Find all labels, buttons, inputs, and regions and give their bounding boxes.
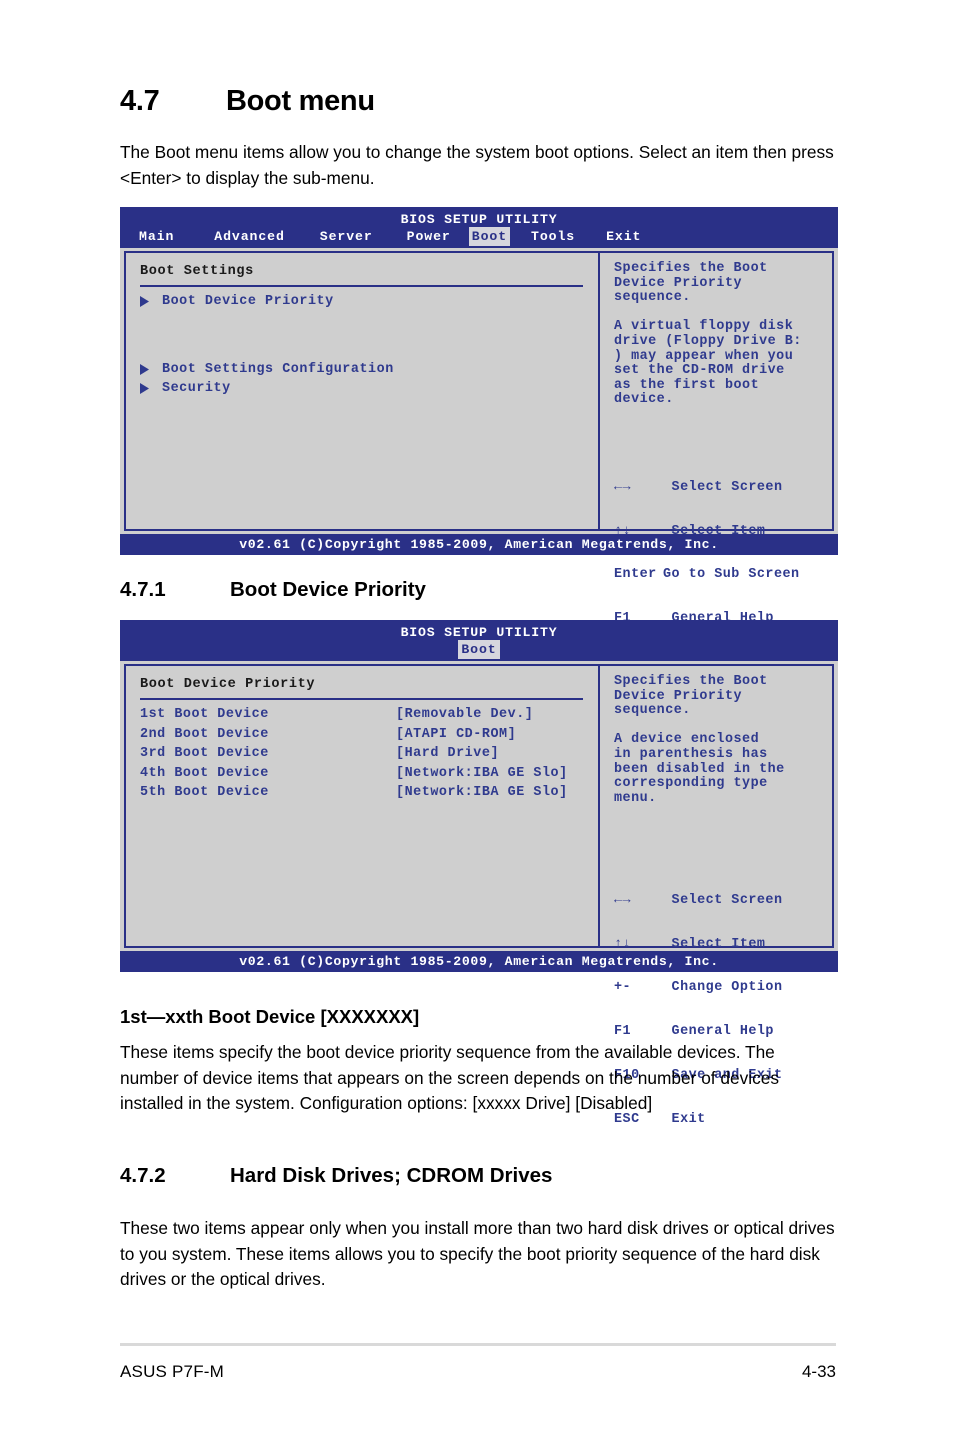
bios1-key-select-screen: ←→ Select Screen [614, 479, 832, 496]
bios-screenshot-boot-device-priority: BIOS SETUP UTILITY Boot Boot Device Prio… [120, 620, 838, 1126]
section-number-4-7-1: 4.7.1 [120, 578, 166, 601]
bios1-menu-item-boot-device-priority[interactable]: Boot Device Priority [140, 292, 598, 312]
bios2-device-row-1[interactable]: 1st Boot Device [Removable Dev.] [140, 705, 598, 725]
bios1-tab-server[interactable]: Server [317, 227, 376, 246]
item-body-boot-device: These items specify the boot device prio… [120, 1042, 780, 1113]
bios1-menu-item-security[interactable]: Security [140, 379, 598, 399]
footer-divider [120, 1343, 836, 1346]
bios2-device-value-3: [Network:IBA GE Slo] [396, 765, 568, 781]
section-4-7-2-body: These two items appear only when you ins… [120, 1218, 835, 1289]
bios1-tab-bar: Main Advanced Server Power Boot Tools Ex… [120, 227, 838, 248]
bios2-key-select-screen: ←→ Select Screen [614, 892, 832, 909]
bios1-menu-item-boot-settings-configuration[interactable]: Boot Settings Configuration [140, 360, 598, 380]
bios2-device-value-2: [Hard Drive] [396, 746, 500, 762]
bios2-device-name-3: 4th Boot Device [140, 765, 269, 781]
bios2-device-panel: Boot Device Priority 1st Boot Device [Re… [126, 666, 600, 946]
triangle-right-icon [140, 296, 149, 307]
section-title-4-7-2: Hard Disk Drives; CDROM Drives [230, 1164, 553, 1187]
section-title-4-7-1: Boot Device Priority [230, 578, 426, 601]
bios2-body: Boot Device Priority 1st Boot Device [Re… [124, 664, 834, 1126]
bios1-body: Boot Settings Boot Device Priority Boot … [124, 251, 834, 713]
bios1-help-paragraph-2: A virtual floppy disk drive (Floppy Driv… [614, 319, 802, 408]
bios2-panel-title: Boot Device Priority [140, 677, 316, 692]
bios2-utility-title: BIOS SETUP UTILITY [400, 625, 558, 640]
section-4-7-intro: The Boot menu items allow you to change … [120, 142, 834, 188]
bios1-header: BIOS SETUP UTILITY Main Advanced Server … [120, 207, 838, 248]
bios2-tab-bar: Boot [120, 640, 838, 661]
bios1-tab-boot[interactable]: Boot [468, 227, 511, 246]
bios1-tab-power[interactable]: Power [404, 227, 454, 246]
bios2-device-row-2[interactable]: 2nd Boot Device [ATAPI CD-ROM] [140, 725, 598, 745]
section-heading-4-7-2: 4.7.2 Hard Disk Drives; CDROM Drives [120, 1164, 552, 1188]
bios2-device-name-0: 1st Boot Device [140, 707, 269, 722]
bios1-key-name-0: ←→ [614, 479, 632, 495]
bios1-menu-spacer [140, 312, 598, 336]
bios2-key-name-0: ←→ [614, 892, 632, 908]
triangle-right-icon [140, 363, 149, 375]
bios2-help-panel: Specifies the Boot Device Priority seque… [600, 666, 832, 1126]
item-heading-boot-device: 1st—xxth Boot Device [XXXXXXX] [120, 1006, 420, 1027]
section-heading-4-7-1: 4.7.1 Boot Device Priority [120, 578, 426, 602]
bios1-panel-title: Boot Settings [140, 264, 254, 279]
bios2-device-value-4: [Network:IBA GE Slo] [396, 785, 568, 801]
bios1-menu-label-2: Security [162, 381, 231, 396]
bios2-key-desc-0: Select Screen [663, 892, 783, 908]
bios1-key-name-2: Enter [614, 567, 657, 583]
bios2-header: BIOS SETUP UTILITY Boot [120, 620, 838, 661]
bios2-key-name-3: F1 [614, 1024, 632, 1040]
bios1-key-desc-2: Go to Sub Screen [663, 567, 800, 583]
triangle-right-icon [140, 383, 149, 394]
bios1-tab-exit[interactable]: Exit [603, 227, 644, 246]
bios1-settings-panel: Boot Settings Boot Device Priority Boot … [126, 253, 600, 529]
section-number-4-7-2: 4.7.2 [120, 1164, 166, 1187]
bios1-utility-title: BIOS SETUP UTILITY [400, 212, 558, 227]
section-number-4-7: 4.7 [120, 85, 160, 117]
bios2-device-row-5[interactable]: 5th Boot Device [Network:IBA GE Slo] [140, 783, 598, 803]
bios2-key-desc-2: Change Option [663, 980, 783, 996]
bios2-device-value-0: [Removable Dev.] [396, 707, 534, 722]
bios1-key-desc-0: Select Screen [663, 479, 783, 495]
bios1-help-paragraph-1: Specifies the Boot Device Priority seque… [614, 261, 768, 306]
bios1-key-enter: Enter Go to Sub Screen [614, 568, 832, 583]
bios2-device-name-2: 3rd Boot Device [140, 746, 269, 762]
bios1-panel-divider [140, 285, 583, 287]
bios2-key-desc-3: General Help [663, 1024, 774, 1040]
section-title-4-7: Boot menu [226, 85, 375, 117]
bios2-device-value-1: [ATAPI CD-ROM] [396, 726, 517, 742]
bios2-device-name-1: 2nd Boot Device [140, 726, 269, 742]
bios2-panel-divider [140, 698, 583, 700]
bios2-tab-boot[interactable]: Boot [458, 640, 500, 659]
bios2-device-row-4[interactable]: 4th Boot Device [Network:IBA GE Slo] [140, 764, 598, 784]
bios2-device-name-4: 5th Boot Device [140, 785, 269, 801]
bios1-tab-main[interactable]: Main [136, 227, 177, 246]
bios-screenshot-boot-menu: BIOS SETUP UTILITY Main Advanced Server … [120, 207, 838, 713]
bios1-menu-label-0: Boot Device Priority [162, 294, 334, 309]
bios1-tab-advanced[interactable]: Advanced [211, 227, 288, 246]
bios2-key-change-option: +- Change Option [614, 981, 832, 996]
bios1-menu-label-1: Boot Settings Configuration [162, 361, 394, 377]
bios1-tab-tools[interactable]: Tools [528, 227, 578, 246]
footer-page-number: 4-33 [801, 1362, 836, 1381]
bios2-help-paragraph-2: A device enclosed in parenthesis has bee… [614, 732, 785, 806]
page-title: 4.7 Boot menu [120, 85, 375, 118]
bios2-help-paragraph-1: Specifies the Boot Device Priority seque… [614, 674, 768, 719]
bios2-key-f1: F1 General Help [614, 1025, 832, 1040]
bios2-key-name-2: +- [614, 980, 632, 996]
bios2-device-row-3[interactable]: 3rd Boot Device [Hard Drive] [140, 744, 598, 764]
manual-page: 4.7 Boot menu The Boot menu items allow y… [0, 0, 954, 1438]
footer-product-name: ASUS P7F-M [120, 1362, 225, 1381]
bios1-help-panel: Specifies the Boot Device Priority seque… [600, 253, 832, 713]
bios1-menu-spacer-2 [140, 336, 598, 360]
